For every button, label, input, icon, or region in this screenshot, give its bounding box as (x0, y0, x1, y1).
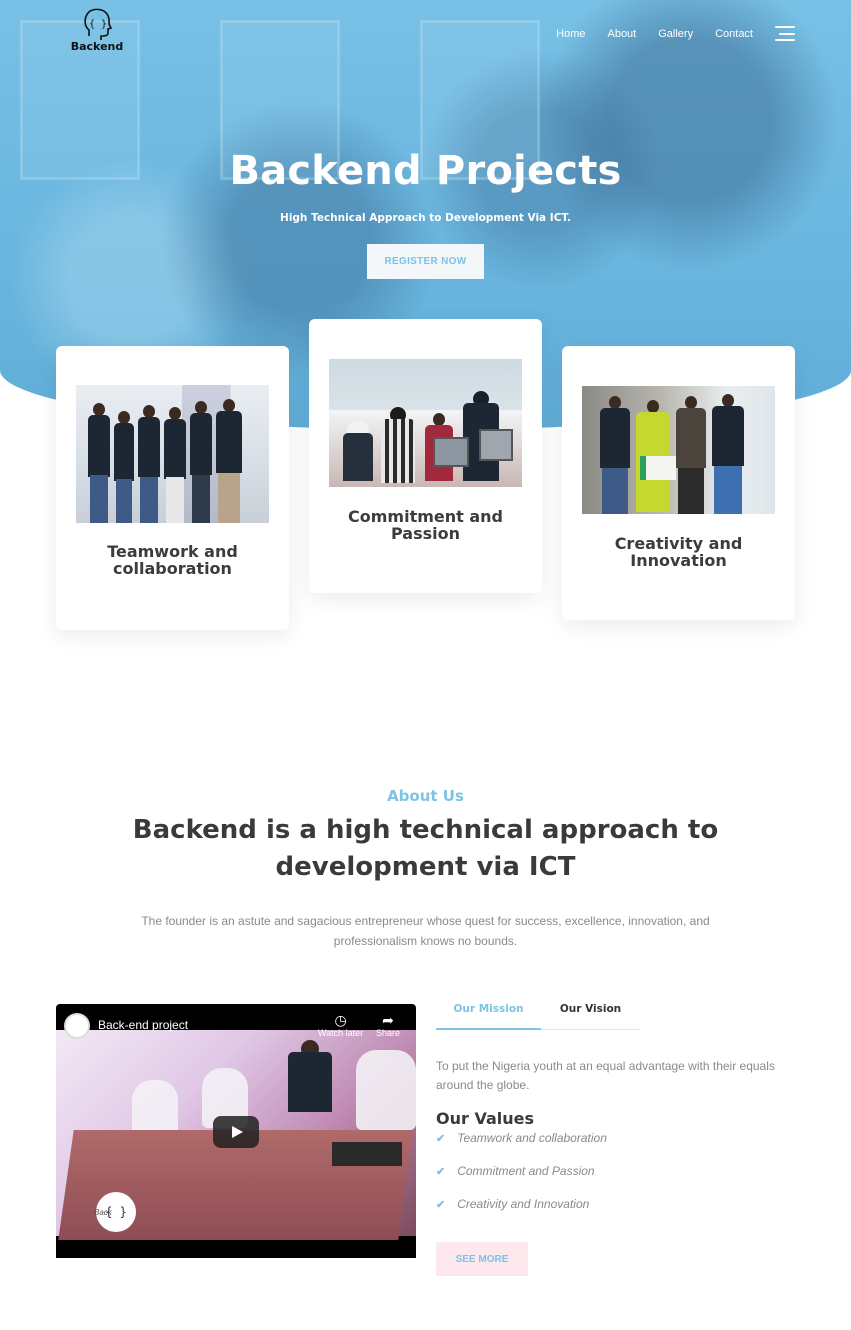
feature-card-teamwork: Teamwork and collaboration (56, 346, 289, 630)
check-icon: ✔ (436, 1133, 446, 1145)
video-watermark: Back (94, 1208, 112, 1217)
feature-card-photo (582, 386, 775, 514)
nav-link-about[interactable]: About (607, 28, 636, 40)
hero-subtitle: High Technical Approach to Development V… (280, 212, 571, 224)
svg-text:{ }: { } (89, 19, 107, 30)
channel-avatar[interactable] (64, 1013, 90, 1039)
brand-logo-text: Backend (70, 40, 124, 53)
about-description: The founder is an astute and sagacious e… (141, 914, 710, 948)
value-item: ✔ Creativity and Innovation (436, 1197, 589, 1211)
value-item: ✔ Commitment and Passion (436, 1164, 595, 1178)
head-brain-icon: { } (84, 8, 113, 40)
share-arrow-icon: ➦ (382, 1012, 394, 1028)
play-icon[interactable] (213, 1116, 259, 1148)
mission-text: To put the Nigeria youth at an equal adv… (436, 1059, 775, 1092)
value-item: ✔ Teamwork and collaboration (436, 1131, 607, 1145)
feature-card-photo (76, 385, 269, 523)
tab-our-vision[interactable]: Our Vision (541, 1000, 640, 1030)
main-nav: Home About Gallery Contact (534, 26, 795, 41)
share-label: Share (376, 1028, 401, 1038)
video-title[interactable]: Back-end project (98, 1018, 188, 1032)
about-kicker: About Us (387, 787, 464, 805)
about-title: Backend is a high technical approach to … (132, 815, 719, 882)
feature-card-title: Commitment and Passion (348, 507, 503, 543)
hamburger-menu-icon[interactable] (775, 26, 795, 41)
clock-icon: ◷ (334, 1012, 347, 1028)
check-icon: ✔ (436, 1166, 446, 1178)
register-now-button[interactable]: REGISTER NOW (367, 244, 484, 279)
nav-link-home[interactable]: Home (556, 28, 585, 40)
share-button[interactable]: ➦ Share (376, 1012, 400, 1038)
feature-card-creativity: Creativity and Innovation (562, 346, 795, 620)
value-item-label: Teamwork and collaboration (457, 1131, 607, 1145)
brand-logo[interactable]: { } Backend (68, 6, 126, 60)
mission-vision-tabs: Our Mission Our Vision (436, 1000, 640, 1030)
tab-our-mission[interactable]: Our Mission (436, 1000, 541, 1030)
feature-card-title: Creativity and Innovation (614, 534, 743, 570)
watch-later-button[interactable]: ◷ Watch later (318, 1012, 363, 1038)
feature-card-photo (329, 359, 522, 487)
values-title: Our Values (436, 1109, 535, 1128)
see-more-button[interactable]: SEE MORE (436, 1242, 528, 1276)
nav-link-gallery[interactable]: Gallery (658, 28, 693, 40)
feature-card-commitment: Commitment and Passion (309, 319, 542, 593)
watch-later-label: Watch later (318, 1028, 364, 1038)
value-item-label: Commitment and Passion (457, 1164, 595, 1178)
check-icon: ✔ (436, 1199, 446, 1211)
value-item-label: Creativity and Innovation (457, 1197, 590, 1211)
nav-link-contact[interactable]: Contact (715, 28, 753, 40)
feature-card-title: Teamwork and collaboration (107, 542, 238, 578)
video-embed[interactable]: { } Back Back-end project ◷ Watch later … (56, 1004, 416, 1258)
hero-title: Backend Projects (229, 148, 622, 194)
